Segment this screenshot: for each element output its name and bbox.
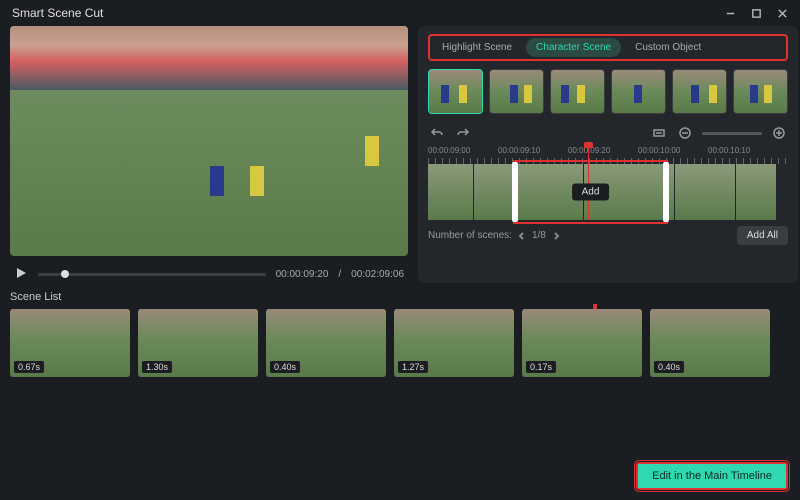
total-time: 00:02:09:06 xyxy=(351,269,404,280)
minimize-button[interactable] xyxy=(724,7,736,19)
character-thumb[interactable] xyxy=(550,69,605,114)
close-button[interactable] xyxy=(776,7,788,19)
video-preview[interactable] xyxy=(10,26,408,256)
pager-next-icon[interactable] xyxy=(552,232,560,240)
character-thumb[interactable] xyxy=(428,69,483,114)
add-all-button[interactable]: Add All xyxy=(737,226,788,245)
tab-highlight-scene[interactable]: Highlight Scene xyxy=(432,38,522,57)
playback-controls: 00:00:09:20 / 00:02:09:06 xyxy=(10,256,408,283)
scene-list-heading: Scene List xyxy=(10,291,790,303)
character-thumb[interactable] xyxy=(611,69,666,114)
maximize-button[interactable] xyxy=(750,7,762,19)
selection-range[interactable]: Add xyxy=(513,160,668,224)
page-indicator: 1/8 xyxy=(532,230,546,241)
scene-pager: Number of scenes: 1/8 xyxy=(428,230,560,241)
scene-type-tabs: Highlight Scene Character Scene Custom O… xyxy=(428,34,788,61)
scene-item[interactable]: 0.67s xyxy=(10,309,130,377)
timeline-controls xyxy=(428,124,788,142)
scene-item[interactable]: 0.17s xyxy=(522,309,642,377)
scene-item[interactable]: 0.40s xyxy=(266,309,386,377)
current-time: 00:00:09:20 xyxy=(276,269,329,280)
add-scene-button[interactable]: Add xyxy=(572,184,610,201)
character-thumb[interactable] xyxy=(489,69,544,114)
edit-main-timeline-button[interactable]: Edit in the Main Timeline xyxy=(636,462,788,490)
titlebar: Smart Scene Cut xyxy=(0,0,800,26)
scenes-count-label: Number of scenes: xyxy=(428,230,512,241)
window-controls xyxy=(724,7,788,19)
scene-item[interactable]: 0.40s xyxy=(650,309,770,377)
tab-custom-object[interactable]: Custom Object xyxy=(625,38,711,57)
pager-prev-icon[interactable] xyxy=(518,232,526,240)
undo-button[interactable] xyxy=(428,124,446,142)
seek-slider[interactable] xyxy=(38,273,266,276)
zoom-slider[interactable] xyxy=(702,132,762,135)
fit-button[interactable] xyxy=(650,124,668,142)
play-button[interactable] xyxy=(14,266,28,283)
zoom-out-button[interactable] xyxy=(676,124,694,142)
window-title: Smart Scene Cut xyxy=(12,6,103,20)
selection-handle-right[interactable] xyxy=(663,162,669,222)
timeline-track[interactable]: Add xyxy=(428,164,788,220)
selection-handle-left[interactable] xyxy=(512,162,518,222)
scene-item[interactable]: 1.30s xyxy=(138,309,258,377)
scene-list-panel: Scene List 0.67s 1.30s 0.40s 1.27s 0.17s… xyxy=(0,283,800,377)
character-thumbnails xyxy=(428,69,788,114)
tab-character-scene[interactable]: Character Scene xyxy=(526,38,621,57)
character-thumb[interactable] xyxy=(733,69,788,114)
zoom-in-button[interactable] xyxy=(770,124,788,142)
scene-item[interactable]: 1.27s xyxy=(394,309,514,377)
redo-button[interactable] xyxy=(454,124,472,142)
character-thumb[interactable] xyxy=(672,69,727,114)
